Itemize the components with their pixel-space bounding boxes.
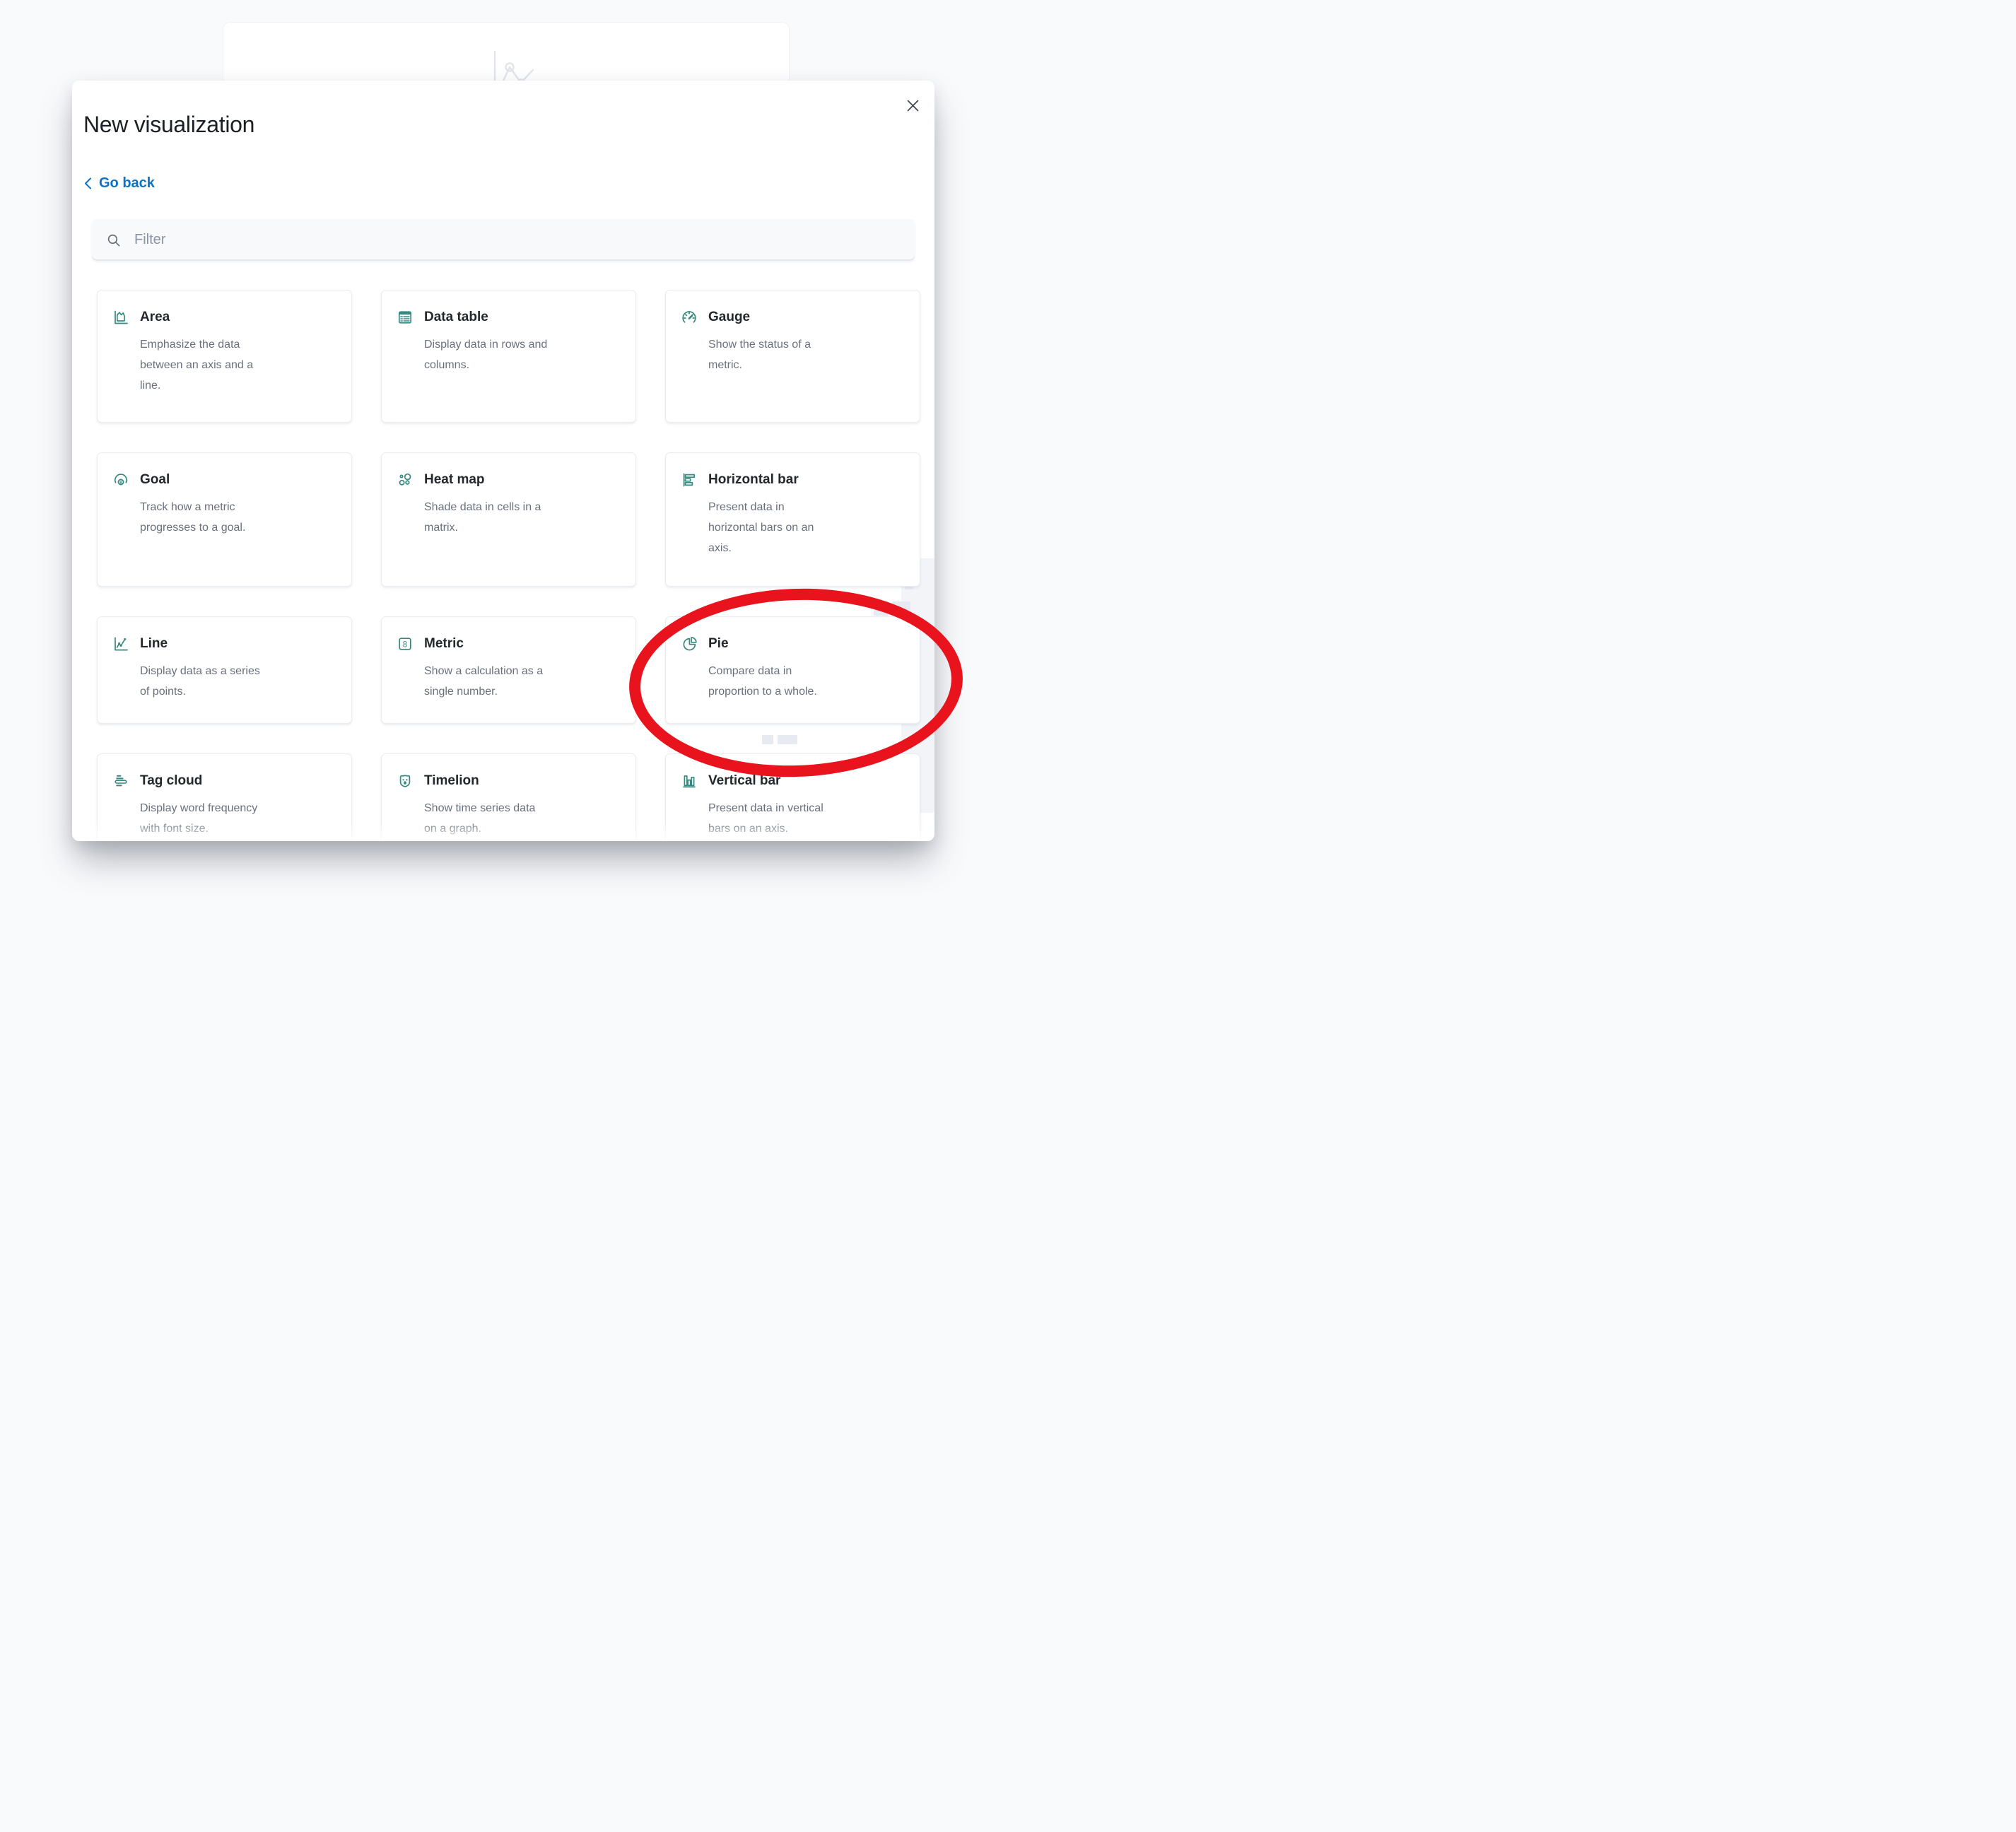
filter-input-wrap: [92, 219, 915, 261]
metric-icon: 8: [397, 635, 414, 652]
vis-card-text: Heat map Shade data in cells in a matrix.: [424, 470, 541, 538]
vis-card-text: Line Display data as a series of points.: [140, 634, 260, 702]
vis-card-description: Present data in horizontal bars on an ax…: [708, 497, 814, 558]
vis-card-text: Metric Show a calculation as a single num…: [424, 634, 543, 702]
pie-icon: [681, 635, 698, 652]
vis-card-text: Vertical bar Present data in vertical bar…: [708, 771, 824, 839]
vis-card-text: Timelion Show time series data on a graph…: [424, 771, 535, 839]
vis-card-horizontal-bar[interactable]: Horizontal bar Present data in horizontal…: [665, 452, 920, 587]
vis-card-line[interactable]: Line Display data as a series of points.: [97, 616, 352, 724]
timelion-icon: [397, 773, 414, 789]
vis-card-description: Emphasize the data between an axis and a…: [140, 334, 253, 396]
vis-card-title: Horizontal bar: [708, 471, 814, 488]
vis-card-text: Area Emphasize the data between an axis a…: [140, 307, 253, 396]
vis-card-gauge[interactable]: Gauge Show the status of a metric.: [665, 290, 920, 423]
vis-card-metric[interactable]: 8 Metric Show a calculation as a single nu…: [381, 616, 636, 724]
vis-card-title: Area: [140, 308, 253, 326]
vis-card-description: Display word frequency with font size.: [140, 798, 257, 839]
filter-input[interactable]: [133, 231, 915, 249]
vis-card-title: Pie: [708, 635, 817, 652]
vis-card-description: Show the status of a metric.: [708, 334, 811, 375]
vis-card-text: Horizontal bar Present data in horizontal…: [708, 470, 814, 558]
vis-card-area[interactable]: Area Emphasize the data between an axis a…: [97, 290, 352, 423]
svg-text:8: 8: [119, 480, 122, 485]
vis-card-title: Gauge: [708, 308, 811, 326]
visualization-grid: Area Emphasize the data between an axis a…: [97, 290, 920, 841]
vis-card-data-table[interactable]: Data table Display data in rows and colum…: [381, 290, 636, 423]
search-icon: [106, 233, 122, 248]
svg-text:8: 8: [403, 641, 407, 650]
vis-card-description: Show a calculation as a single number.: [424, 661, 543, 702]
vis-card-description: Present data in vertical bars on an axis…: [708, 798, 824, 839]
vis-card-vertical-bar[interactable]: Vertical bar Present data in vertical bar…: [665, 753, 920, 841]
go-back-link[interactable]: Go back: [83, 175, 155, 192]
vis-card-text: Pie Compare data in proportion to a whole…: [708, 634, 817, 702]
vis-card-title: Timelion: [424, 772, 535, 789]
vis-card-text: Gauge Show the status of a metric.: [708, 307, 811, 375]
vis-card-description: Shade data in cells in a matrix.: [424, 497, 541, 538]
go-back-label: Go back: [99, 175, 155, 192]
vertical-bar-icon: [681, 773, 698, 789]
vis-card-goal[interactable]: 8 Goal Track how a metric progresses to a …: [97, 452, 352, 587]
vis-card-text: Goal Track how a metric progresses to a g…: [140, 470, 245, 538]
data-table-icon: [397, 309, 414, 326]
vis-card-title: Metric: [424, 635, 543, 652]
gauge-icon: [681, 309, 698, 326]
vis-card-description: Display data as a series of points.: [140, 661, 260, 702]
vis-card-tag-cloud[interactable]: Tag cloud Display word frequency with fon…: [97, 753, 352, 841]
vis-card-pie[interactable]: Pie Compare data in proportion to a whole…: [665, 616, 920, 724]
modal-title: New visualization: [83, 112, 254, 138]
vis-card-description: Track how a metric progresses to a goal.: [140, 497, 245, 538]
goal-icon: 8: [112, 471, 129, 488]
vis-card-text: Data table Display data in rows and colum…: [424, 307, 547, 375]
vis-card-title: Vertical bar: [708, 772, 824, 789]
area-icon: [112, 309, 129, 326]
vis-card-title: Heat map: [424, 471, 541, 488]
vis-card-description: Show time series data on a graph.: [424, 798, 535, 839]
vis-card-title: Line: [140, 635, 260, 652]
vis-card-title: Data table: [424, 308, 547, 326]
vis-card-text: Tag cloud Display word frequency with fon…: [140, 771, 257, 839]
chevron-left-icon: [83, 177, 93, 190]
heat-map-icon: [397, 471, 414, 488]
vis-card-timelion[interactable]: Timelion Show time series data on a graph…: [381, 753, 636, 841]
line-icon: [112, 635, 129, 652]
horizontal-bar-icon: [681, 471, 698, 488]
vis-card-heat-map[interactable]: Heat map Shade data in cells in a matrix.: [381, 452, 636, 587]
vis-card-description: Display data in rows and columns.: [424, 334, 547, 375]
vis-card-title: Goal: [140, 471, 245, 488]
tag-cloud-icon: [112, 773, 129, 789]
close-icon[interactable]: [899, 92, 926, 119]
new-visualization-modal: New visualization Go back Area Emphasize …: [72, 81, 934, 841]
vis-card-title: Tag cloud: [140, 772, 257, 789]
vis-card-description: Compare data in proportion to a whole.: [708, 661, 817, 702]
